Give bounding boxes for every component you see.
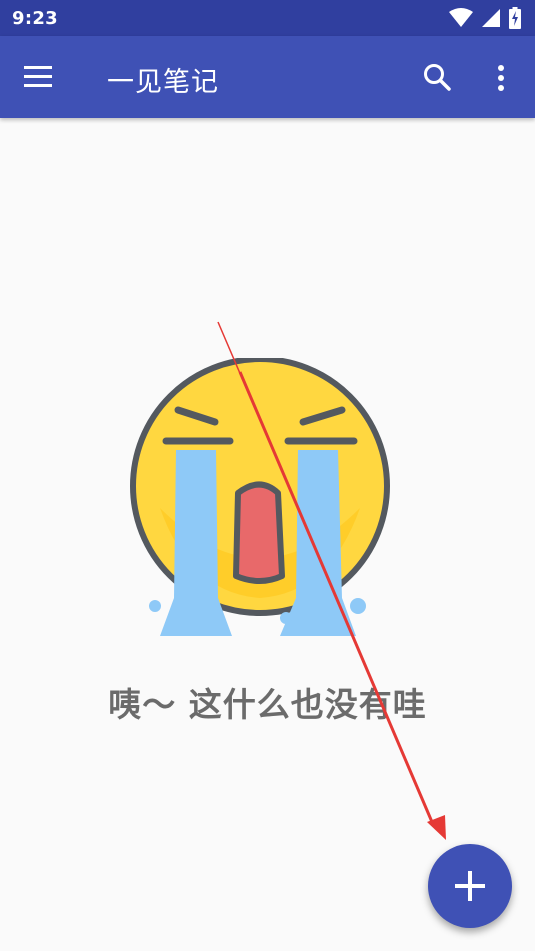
menu-button[interactable] xyxy=(22,61,62,93)
empty-state-message: 咦～ 这什么也没有哇 xyxy=(108,685,427,724)
crying-face-icon xyxy=(130,358,390,636)
add-icon xyxy=(455,871,485,901)
battery-charging-icon xyxy=(509,7,521,29)
more-options-button[interactable] xyxy=(487,61,515,95)
app-title: 一见笔记 xyxy=(107,67,219,98)
menu-icon xyxy=(24,66,52,87)
status-icons xyxy=(449,7,521,29)
content-area: 咦～ 这什么也没有哇 xyxy=(0,118,535,951)
app-bar: 一见笔记 xyxy=(0,36,535,118)
search-icon xyxy=(424,64,451,91)
add-note-button[interactable] xyxy=(428,844,512,928)
wifi-icon xyxy=(449,8,473,27)
more-vert-icon xyxy=(498,65,504,91)
signal-icon xyxy=(482,9,500,27)
status-bar: 9:23 xyxy=(0,0,535,36)
status-time: 9:23 xyxy=(12,7,58,29)
search-button[interactable] xyxy=(421,61,455,95)
